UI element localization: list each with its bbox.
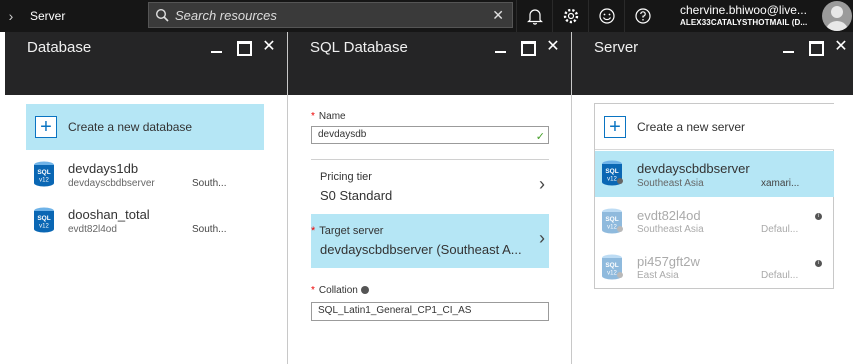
- collation-field-value: SQL_Latin1_General_CP1_CI_AS: [318, 305, 472, 316]
- settings-button[interactable]: [552, 0, 588, 32]
- blade-header: Database ✕: [5, 32, 287, 95]
- server-name: devdayscbdbserver: [637, 161, 750, 176]
- gear-icon: [563, 8, 578, 24]
- pricing-tier-selector[interactable]: Pricing tier S0 Standard ›: [311, 160, 549, 212]
- database-name: devdays1db: [68, 161, 139, 176]
- info-icon[interactable]: i: [815, 260, 822, 267]
- feedback-button[interactable]: [588, 0, 624, 32]
- chevron-right-icon: ›: [539, 174, 545, 194]
- blade-header: Server ✕: [572, 32, 853, 95]
- database-location: South...: [192, 224, 227, 235]
- account-name: chervine.bhiwoo@live...: [680, 3, 807, 17]
- info-icon[interactable]: i: [815, 213, 822, 220]
- close-icon[interactable]: ✕: [261, 39, 277, 55]
- clear-search-icon[interactable]: ✕: [492, 7, 504, 24]
- window-controls: ✕: [493, 39, 561, 56]
- search-icon: [149, 2, 175, 28]
- avatar[interactable]: [822, 1, 852, 31]
- sql-server-icon: SQL v12: [602, 160, 623, 186]
- breadcrumb[interactable]: › Server: [0, 0, 66, 32]
- create-database-label: Create a new database: [68, 120, 193, 134]
- sql-icon-label: SQL: [605, 168, 618, 175]
- search-input[interactable]: [175, 7, 475, 23]
- chevron-right-icon: ›: [8, 8, 14, 24]
- sql-icon-version: v12: [39, 178, 49, 184]
- sql-icon-version: v12: [607, 225, 617, 231]
- database-server: evdt82l4od: [68, 224, 117, 235]
- create-database-button[interactable]: + Create a new database: [26, 104, 264, 150]
- minimize-icon[interactable]: [493, 40, 509, 54]
- sql-database-icon: SQL v12: [34, 207, 54, 233]
- server-location: Southeast Asia: [637, 178, 704, 189]
- user-icon: [826, 6, 848, 31]
- maximize-icon[interactable]: [235, 40, 252, 56]
- create-server-label: Create a new server: [637, 119, 746, 134]
- blade-title: Server: [594, 39, 639, 56]
- close-icon[interactable]: ✕: [833, 39, 849, 55]
- sql-icon-label: SQL: [605, 216, 618, 223]
- server-name: evdt82l4od: [637, 208, 701, 223]
- create-server-button[interactable]: + Create a new server: [595, 104, 834, 150]
- bell-icon: [526, 9, 543, 25]
- database-server: devdayscbdbserver: [68, 178, 155, 189]
- search-box[interactable]: ✕: [148, 2, 513, 28]
- server-extra: xamari...: [761, 178, 800, 189]
- smiley-icon: [598, 8, 615, 24]
- plus-icon: +: [604, 115, 626, 138]
- sql-database-icon: SQL v12: [34, 161, 54, 187]
- pricing-tier-label: Pricing tier: [320, 171, 372, 183]
- blade-header: SQL Database ✕: [288, 32, 571, 95]
- maximize-icon[interactable]: [807, 40, 824, 56]
- minimize-icon[interactable]: [209, 40, 225, 54]
- maximize-icon[interactable]: [519, 40, 536, 56]
- server-extra: Defaul...: [761, 270, 799, 281]
- collation-label: * Collation: [311, 285, 369, 296]
- server-location: East Asia: [637, 270, 679, 281]
- target-server-label: * Target server: [311, 225, 384, 237]
- close-icon[interactable]: ✕: [545, 39, 561, 55]
- sql-icon-version: v12: [39, 224, 49, 230]
- sql-icon-label: SQL: [37, 215, 50, 222]
- target-server-value: devdayscbdbserver (Southeast A...: [320, 242, 522, 257]
- sql-icon-version: v12: [607, 271, 617, 277]
- top-bar: › Server ✕ chervine.bhiwoo@live... ALEX3…: [0, 0, 853, 32]
- account-directory: ALEX33CATALYSTHOTMAIL (D...: [680, 18, 808, 27]
- plus-icon: +: [35, 116, 57, 138]
- checkmark-icon: ✓: [535, 131, 545, 143]
- sql-icon-version: v12: [607, 177, 617, 183]
- window-controls: ✕: [209, 39, 277, 56]
- name-field-value: devdaysdb: [318, 129, 367, 140]
- sql-icon-label: SQL: [37, 169, 50, 176]
- server-extra: Defaul...: [761, 224, 799, 235]
- pricing-tier-value: S0 Standard: [320, 188, 393, 203]
- minimize-icon[interactable]: [781, 40, 797, 54]
- blade-title: Database: [27, 39, 92, 56]
- help-button[interactable]: [624, 0, 660, 32]
- sql-server-icon: SQL v12: [602, 208, 623, 234]
- target-server-selector[interactable]: * Target server devdayscbdbserver (Southe…: [311, 214, 549, 268]
- name-field[interactable]: devdaysdb ✓: [311, 126, 549, 144]
- sql-icon-label: SQL: [605, 262, 618, 269]
- server-name: pi457gft2w: [637, 254, 700, 269]
- collation-field[interactable]: SQL_Latin1_General_CP1_CI_AS: [311, 302, 549, 321]
- server-location: Southeast Asia: [637, 224, 704, 235]
- database-location: South...: [192, 178, 227, 189]
- database-blade: Database ✕: [5, 32, 288, 364]
- chevron-right-icon: ›: [539, 228, 545, 248]
- breadcrumb-label[interactable]: Server: [30, 9, 65, 23]
- blade-title: SQL Database: [310, 39, 408, 56]
- sql-server-icon: SQL v12: [602, 254, 623, 280]
- question-icon: [634, 8, 651, 24]
- window-controls: ✕: [781, 39, 849, 56]
- name-label: * Name: [311, 111, 346, 122]
- info-icon[interactable]: [360, 286, 369, 295]
- notifications-button[interactable]: [516, 0, 552, 32]
- database-name: dooshan_total: [68, 207, 150, 222]
